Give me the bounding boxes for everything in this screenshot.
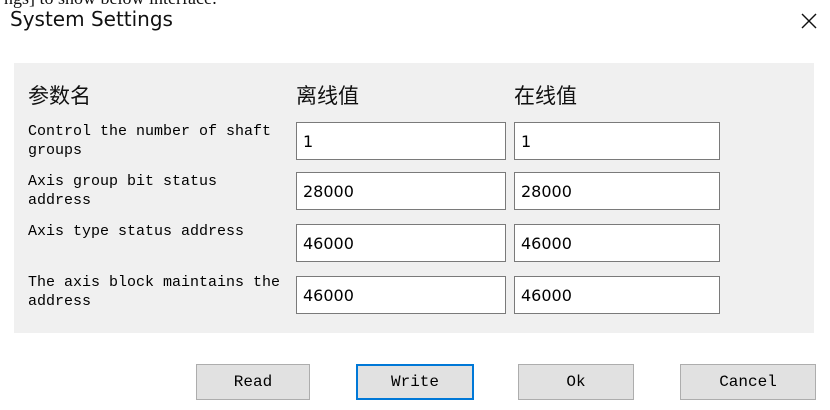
dialog-title: System Settings [10,7,173,31]
header-offline-value: 离线值 [296,84,359,108]
offline-value-field-block-maintains[interactable] [296,276,506,314]
write-button[interactable]: Write [356,364,474,400]
row-label-block-maintains: The axis block maintains the address [28,274,281,310]
header-param-name: 参数名 [28,84,91,108]
online-value-field-group-bit-status[interactable] [514,172,720,210]
online-value-field-block-maintains[interactable] [514,276,720,314]
header-online-value: 在线值 [514,84,577,108]
row-label-shaft-groups: Control the number of shaft groups [28,123,272,159]
online-value-field-shaft-groups[interactable] [514,122,720,160]
cancel-button[interactable]: Cancel [680,364,816,400]
ok-button[interactable]: Ok [518,364,634,400]
online-value-field-axis-type-status[interactable] [514,224,720,262]
row-label-axis-type-status: Axis type status address [28,223,245,240]
read-button[interactable]: Read [196,364,310,400]
row-label-group-bit-status: Axis group bit status address [28,173,218,209]
offline-value-field-group-bit-status[interactable] [296,172,506,210]
offline-value-field-shaft-groups[interactable] [296,122,506,160]
close-icon [801,13,817,29]
offline-value-field-axis-type-status[interactable] [296,224,506,262]
close-button[interactable] [796,8,822,34]
